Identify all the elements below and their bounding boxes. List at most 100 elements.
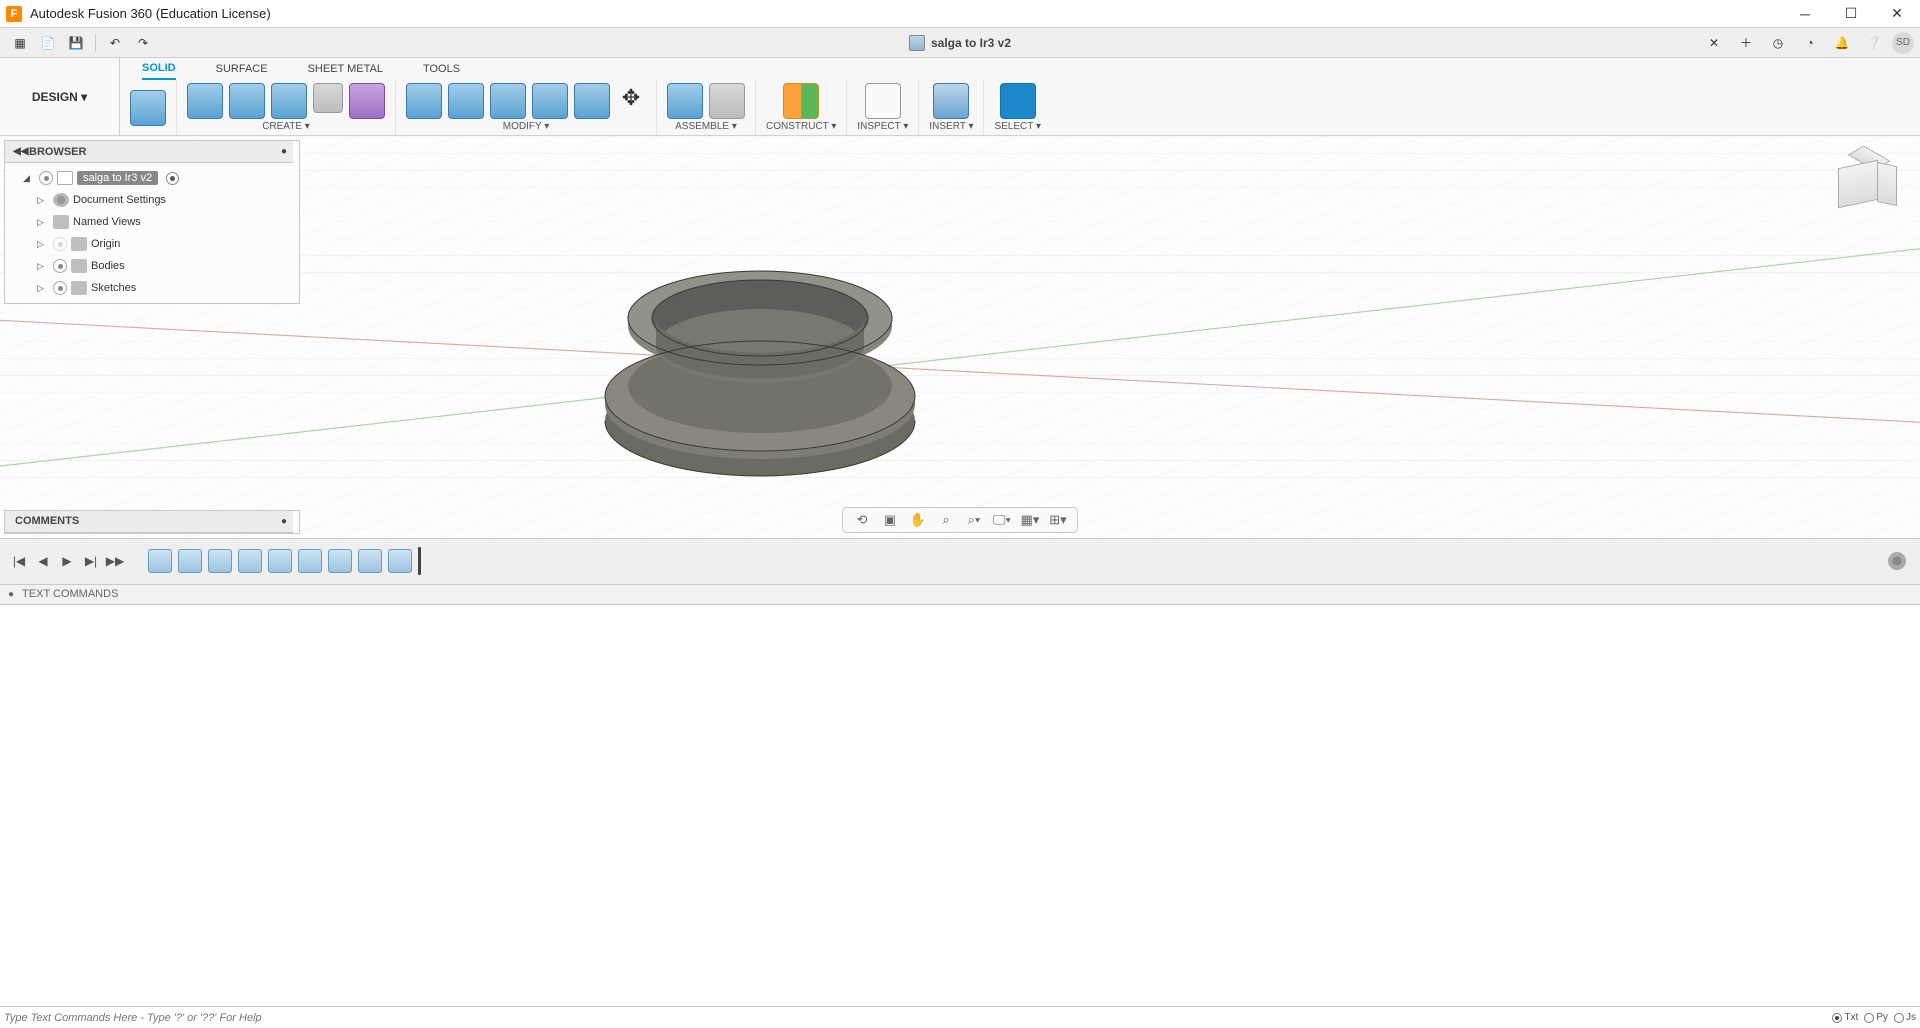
browser-minimize-icon[interactable]: ●: [281, 146, 287, 157]
group-assemble-label[interactable]: ASSEMBLE ▾: [675, 121, 737, 132]
workspace-switcher[interactable]: DESIGN ▾: [0, 58, 120, 135]
expand-icon[interactable]: ▷: [37, 195, 49, 206]
viewcube-front[interactable]: [1838, 160, 1878, 209]
tab-surface[interactable]: SURFACE: [216, 58, 268, 80]
comments-expand-icon[interactable]: ●: [281, 516, 287, 527]
timeline-end-icon[interactable]: ▶▶: [106, 552, 124, 570]
text-commands-input[interactable]: [4, 1012, 1832, 1024]
tab-tools[interactable]: TOOLS: [423, 58, 460, 80]
document-tab[interactable]: salga to Ir3 v2: [909, 35, 1011, 51]
undo-icon[interactable]: ↶: [101, 30, 129, 56]
display-icon[interactable]: 🖵▾: [989, 510, 1015, 530]
tab-sheetmetal[interactable]: SHEET METAL: [308, 58, 383, 80]
fit-icon[interactable]: ⌕▾: [961, 510, 987, 530]
visibility-icon[interactable]: [39, 171, 53, 185]
grid-icon[interactable]: ▦▾: [1017, 510, 1043, 530]
plane-icon[interactable]: [783, 83, 819, 119]
fillet-icon[interactable]: [448, 83, 484, 119]
timeline-feature[interactable]: [148, 549, 172, 573]
combine-icon[interactable]: [532, 83, 568, 119]
notifications-icon[interactable]: 🔔: [1828, 30, 1856, 56]
timeline-settings-icon[interactable]: [1888, 552, 1906, 570]
timeline-feature[interactable]: [238, 549, 262, 573]
maximize-button[interactable]: ☐: [1828, 0, 1874, 28]
timeline-feature[interactable]: [358, 549, 382, 573]
close-tab-icon[interactable]: ✕: [1700, 30, 1728, 56]
expand-icon[interactable]: ▷: [37, 239, 49, 250]
textcmd-collapse-icon[interactable]: ●: [8, 589, 14, 600]
expand-icon[interactable]: ▷: [37, 261, 49, 272]
timeline-feature[interactable]: [298, 549, 322, 573]
orbit-icon[interactable]: ⟲: [849, 510, 875, 530]
offset-icon[interactable]: [574, 83, 610, 119]
tree-root[interactable]: ◢ salga to Ir3 v2: [5, 167, 299, 189]
insert-decal-icon[interactable]: [933, 83, 969, 119]
viewcube-side[interactable]: [1877, 162, 1897, 206]
visibility-icon[interactable]: [53, 281, 67, 295]
tree-item-origin[interactable]: ▷ Origin: [5, 233, 299, 255]
tree-item-views[interactable]: ▷ Named Views: [5, 211, 299, 233]
new-tab-icon[interactable]: ＋: [1732, 30, 1760, 56]
timeline-feature[interactable]: [178, 549, 202, 573]
form-icon[interactable]: [349, 83, 385, 119]
redo-icon[interactable]: ↷: [129, 30, 157, 56]
timeline-feature[interactable]: [388, 549, 412, 573]
jobs-icon[interactable]: ◔: [1796, 30, 1824, 56]
group-select-label[interactable]: SELECT ▾: [994, 121, 1041, 132]
shell-icon[interactable]: [490, 83, 526, 119]
close-button[interactable]: ✕: [1874, 0, 1920, 28]
timeline-start-icon[interactable]: |◀: [10, 552, 28, 570]
group-construct-label[interactable]: CONSTRUCT ▾: [766, 121, 836, 132]
presspull-icon[interactable]: [406, 83, 442, 119]
file-menu-icon[interactable]: 📄: [34, 30, 62, 56]
minimize-button[interactable]: ─: [1782, 0, 1828, 28]
group-inspect-label[interactable]: INSPECT ▾: [857, 121, 908, 132]
apps-grid-icon[interactable]: ▦: [6, 30, 34, 56]
measure-icon[interactable]: [865, 83, 901, 119]
timeline-feature[interactable]: [208, 549, 232, 573]
activate-radio[interactable]: [166, 172, 179, 185]
extrude-icon[interactable]: [187, 83, 223, 119]
joint-icon[interactable]: [709, 83, 745, 119]
visibility-icon[interactable]: [53, 259, 67, 273]
timeline-next-icon[interactable]: ▶|: [82, 552, 100, 570]
expand-icon[interactable]: ▷: [37, 283, 49, 294]
hole-icon[interactable]: [271, 83, 307, 119]
move-icon[interactable]: ✥: [616, 83, 646, 113]
zoom-icon[interactable]: ⌕: [933, 510, 959, 530]
text-commands-header[interactable]: ● TEXT COMMANDS: [0, 584, 1920, 604]
canvas-3d[interactable]: ◀◀ BROWSER ● ◢ salga to Ir3 v2 ▷ Docu: [0, 136, 1920, 538]
expand-icon[interactable]: ▷: [37, 217, 49, 228]
pattern-icon[interactable]: [313, 83, 343, 113]
group-insert-label[interactable]: INSERT ▾: [929, 121, 973, 132]
viewcube[interactable]: [1832, 146, 1902, 216]
timeline-play-icon[interactable]: ▶: [58, 552, 76, 570]
pan-icon[interactable]: ✋: [905, 510, 931, 530]
timeline-feature[interactable]: [268, 549, 292, 573]
create-sketch-icon[interactable]: [130, 90, 166, 126]
tree-item-bodies[interactable]: ▷ Bodies: [5, 255, 299, 277]
new-component-icon[interactable]: [667, 83, 703, 119]
group-create-label[interactable]: CREATE ▾: [262, 121, 310, 132]
tree-item-sketches[interactable]: ▷ Sketches: [5, 277, 299, 299]
viewport-icon[interactable]: ⊞▾: [1045, 510, 1071, 530]
toggle-js[interactable]: Js: [1894, 1012, 1916, 1023]
help-icon[interactable]: ❔: [1860, 30, 1888, 56]
tab-solid[interactable]: SOLID: [142, 58, 176, 80]
toggle-py[interactable]: Py: [1864, 1012, 1888, 1023]
extensions-icon[interactable]: ◷: [1764, 30, 1792, 56]
toggle-txt[interactable]: Txt: [1832, 1012, 1858, 1023]
expand-icon[interactable]: ◢: [23, 173, 35, 184]
timeline-prev-icon[interactable]: ◀: [34, 552, 52, 570]
visibility-icon[interactable]: [53, 237, 67, 251]
group-modify-label[interactable]: MODIFY ▾: [503, 121, 550, 132]
select-tool-icon[interactable]: [1000, 83, 1036, 119]
browser-collapse-icon[interactable]: ◀◀: [13, 146, 28, 157]
timeline-feature[interactable]: [328, 549, 352, 573]
lookat-icon[interactable]: ▣: [877, 510, 903, 530]
user-avatar[interactable]: SD: [1892, 32, 1914, 54]
save-icon[interactable]: 💾: [62, 30, 90, 56]
timeline-marker[interactable]: [418, 547, 421, 575]
tree-item-docset[interactable]: ▷ Document Settings: [5, 189, 299, 211]
revolve-icon[interactable]: [229, 83, 265, 119]
